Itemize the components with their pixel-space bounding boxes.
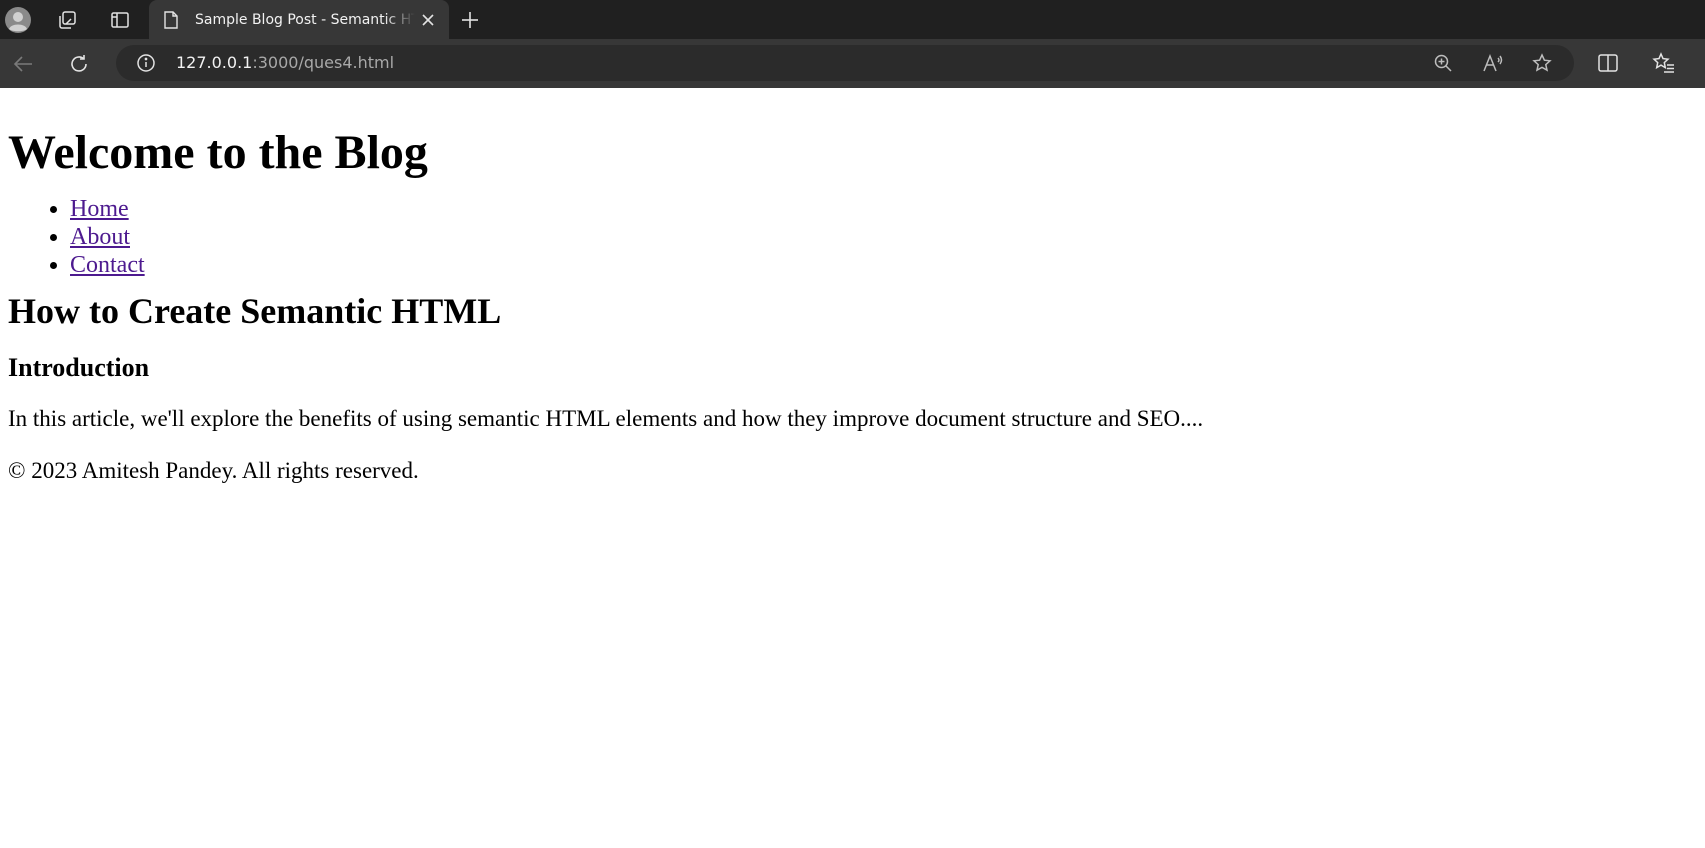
url-text[interactable]: 127.0.0.1:3000/ques4.html bbox=[176, 53, 394, 73]
url-path: :3000/ques4.html bbox=[252, 53, 395, 72]
browser-tab-strip: Sample Blog Post - Semantic HTML bbox=[0, 0, 1705, 39]
address-bar[interactable]: 127.0.0.1:3000/ques4.html bbox=[116, 45, 1574, 81]
nav-link-contact[interactable]: Contact bbox=[70, 252, 145, 278]
read-aloud-icon[interactable] bbox=[1482, 52, 1504, 74]
url-host: 127.0.0.1 bbox=[176, 53, 253, 72]
section-heading: Introduction bbox=[8, 353, 150, 382]
vertical-tabs-icon[interactable] bbox=[107, 8, 133, 32]
nav-menu: Home About Contact bbox=[8, 195, 1697, 279]
nav-link-about[interactable]: About bbox=[70, 224, 130, 250]
split-screen-icon[interactable] bbox=[1596, 51, 1620, 75]
tab-title: Sample Blog Post - Semantic HTML bbox=[195, 12, 415, 28]
nav-link-home[interactable]: Home bbox=[70, 196, 129, 222]
reload-icon[interactable] bbox=[66, 51, 92, 77]
browser-tab-active[interactable]: Sample Blog Post - Semantic HTML bbox=[149, 0, 449, 39]
profile-avatar-icon[interactable] bbox=[4, 6, 32, 34]
close-icon[interactable] bbox=[418, 10, 438, 30]
web-page-content: Welcome to the Blog Home About Contact H… bbox=[0, 88, 1705, 848]
plus-icon[interactable] bbox=[458, 8, 482, 32]
back-arrow-icon[interactable] bbox=[10, 51, 36, 77]
nav-item-home: Home bbox=[70, 195, 1697, 223]
site-title: Welcome to the Blog bbox=[8, 126, 428, 179]
footer-copyright: © 2023 Amitesh Pandey. All rights reserv… bbox=[8, 458, 419, 483]
workspaces-icon[interactable] bbox=[54, 8, 80, 32]
document-icon bbox=[163, 10, 179, 30]
section-paragraph: In this article, we'll explore the benef… bbox=[8, 406, 1204, 431]
browser-toolbar: 127.0.0.1:3000/ques4.html bbox=[0, 39, 1705, 88]
zoom-icon[interactable] bbox=[1432, 52, 1454, 74]
info-icon[interactable] bbox=[136, 53, 156, 73]
article-title: How to Create Semantic HTML bbox=[8, 291, 502, 331]
nav-item-contact: Contact bbox=[70, 251, 1697, 279]
star-icon[interactable] bbox=[1531, 52, 1553, 74]
favorites-icon[interactable] bbox=[1652, 51, 1676, 75]
nav-item-about: About bbox=[70, 223, 1697, 251]
